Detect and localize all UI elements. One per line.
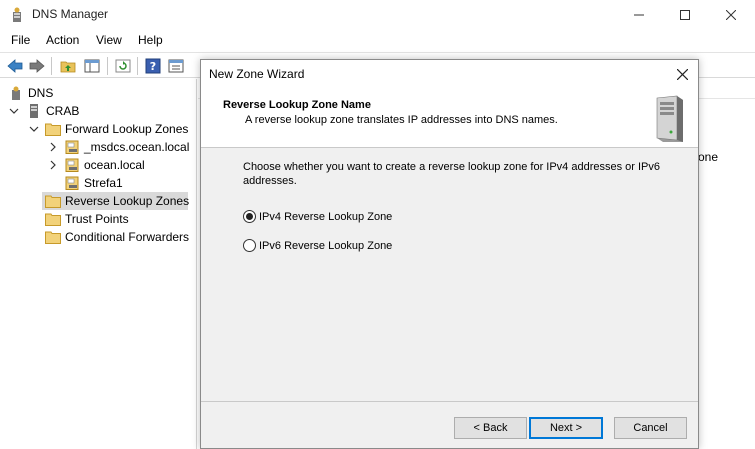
menu-bar: File Action View Help <box>0 30 755 52</box>
expand-ocean-chevron[interactable] <box>48 160 58 170</box>
close-icon <box>676 68 688 80</box>
properties-button[interactable] <box>166 56 186 76</box>
collapse-forward-chevron[interactable] <box>29 124 39 134</box>
ipv6-option[interactable]: IPv6 Reverse Lookup Zone <box>243 239 392 252</box>
details-peek-text: one <box>698 150 719 164</box>
folder-icon <box>45 195 61 208</box>
tree-label-ocean: ocean.local <box>84 158 145 172</box>
tree-item-strefa1[interactable]: Strefa1 <box>64 174 123 192</box>
back-icon <box>7 59 23 73</box>
dns-icon <box>12 86 20 100</box>
tree-item-msdcs[interactable]: _msdcs.ocean.local <box>64 138 189 156</box>
zone-icon <box>65 176 79 190</box>
wizard-heading: Reverse Lookup Zone Name <box>223 99 371 111</box>
menu-action[interactable]: Action <box>46 33 79 47</box>
tree-item-dns[interactable]: DNS <box>8 84 53 102</box>
svg-text:?: ? <box>150 60 156 73</box>
tree-label-reverse: Reverse Lookup Zones <box>65 194 190 208</box>
window-title: DNS Manager <box>32 7 109 21</box>
chevron-down-icon <box>9 108 19 114</box>
tree-label-strefa1: Strefa1 <box>84 176 123 190</box>
ipv4-option[interactable]: IPv4 Reverse Lookup Zone <box>243 210 392 223</box>
ipv6-label: IPv6 Reverse Lookup Zone <box>259 239 393 252</box>
forward-icon <box>29 59 45 73</box>
tree-label-trust-points: Trust Points <box>65 212 129 226</box>
back-button[interactable] <box>5 56 25 76</box>
footer-divider <box>201 401 698 402</box>
tree-label-conditional: Conditional Forwarders <box>65 230 190 244</box>
close-icon <box>726 10 736 20</box>
console-tree: DNS CRAB Forward Lookup Zones _msdcs.oce… <box>0 79 197 449</box>
server-icon <box>30 104 38 118</box>
server-tower-icon <box>656 95 683 142</box>
cancel-button[interactable]: Cancel <box>614 417 687 439</box>
ipv6-radio[interactable] <box>243 239 256 252</box>
wizard-body: Choose whether you want to create a reve… <box>201 148 698 398</box>
forward-button[interactable] <box>27 56 47 76</box>
minimize-icon <box>634 14 644 16</box>
zone-icon <box>65 140 79 154</box>
back-button[interactable]: < Back <box>454 417 527 439</box>
tree-item-trust-points[interactable]: Trust Points <box>45 210 129 228</box>
wizard-description: Choose whether you want to create a reve… <box>243 161 661 187</box>
window-titlebar: DNS Manager <box>0 0 755 30</box>
menu-file[interactable]: File <box>11 33 30 47</box>
tree-label-msdcs: _msdcs.ocean.local <box>84 140 190 154</box>
tree-label-forward: Forward Lookup Zones <box>65 122 189 136</box>
menu-view[interactable]: View <box>96 33 122 47</box>
properties-icon <box>168 59 184 73</box>
radio-selected-dot <box>246 213 253 220</box>
maximize-icon <box>680 10 690 20</box>
tree-item-conditional-forwarders[interactable]: Conditional Forwarders <box>45 228 189 246</box>
chevron-right-icon <box>50 142 56 152</box>
dns-manager-icon <box>13 7 21 22</box>
help-button[interactable]: ? <box>143 56 163 76</box>
tree-label-dns: DNS <box>28 86 54 100</box>
wizard-subheading: A reverse lookup zone translates IP addr… <box>245 114 558 126</box>
new-zone-wizard-dialog: New Zone Wizard Reverse Lookup Zone Name… <box>200 59 699 449</box>
refresh-icon <box>115 59 131 73</box>
show-hide-tree-button[interactable] <box>82 56 102 76</box>
close-button[interactable] <box>708 0 754 30</box>
ipv4-radio[interactable] <box>243 210 256 223</box>
chevron-right-icon <box>50 160 56 170</box>
folder-icon <box>45 213 61 226</box>
minimize-button[interactable] <box>616 0 662 30</box>
folder-icon <box>45 123 61 136</box>
show-hide-tree-icon <box>84 59 100 73</box>
folder-icon <box>45 231 61 244</box>
tree-item-ocean-local[interactable]: ocean.local <box>64 156 145 174</box>
tree-item-reverse-lookup-zones[interactable]: Reverse Lookup Zones <box>42 192 190 210</box>
expand-msdcs-chevron[interactable] <box>48 142 58 152</box>
up-folder-button[interactable] <box>58 56 78 76</box>
zone-icon <box>65 158 79 172</box>
help-icon: ? <box>145 58 161 74</box>
tree-label-crab: CRAB <box>46 104 80 118</box>
dialog-titlebar: New Zone Wizard <box>201 60 698 88</box>
collapse-crab-chevron[interactable] <box>9 106 19 116</box>
dialog-title: New Zone Wizard <box>209 67 305 81</box>
wizard-header: Reverse Lookup Zone Name A reverse looku… <box>201 88 698 148</box>
menu-help[interactable]: Help <box>138 33 163 47</box>
up-folder-icon <box>60 61 76 73</box>
chevron-down-icon <box>29 126 39 132</box>
tree-item-forward-lookup-zones[interactable]: Forward Lookup Zones <box>45 120 188 138</box>
next-button[interactable]: Next > <box>529 417 603 439</box>
dialog-close-button[interactable] <box>672 64 692 84</box>
ipv4-label: IPv4 Reverse Lookup Zone <box>259 210 393 223</box>
maximize-button[interactable] <box>662 0 708 30</box>
refresh-button[interactable] <box>113 56 133 76</box>
tree-item-crab[interactable]: CRAB <box>26 102 79 120</box>
